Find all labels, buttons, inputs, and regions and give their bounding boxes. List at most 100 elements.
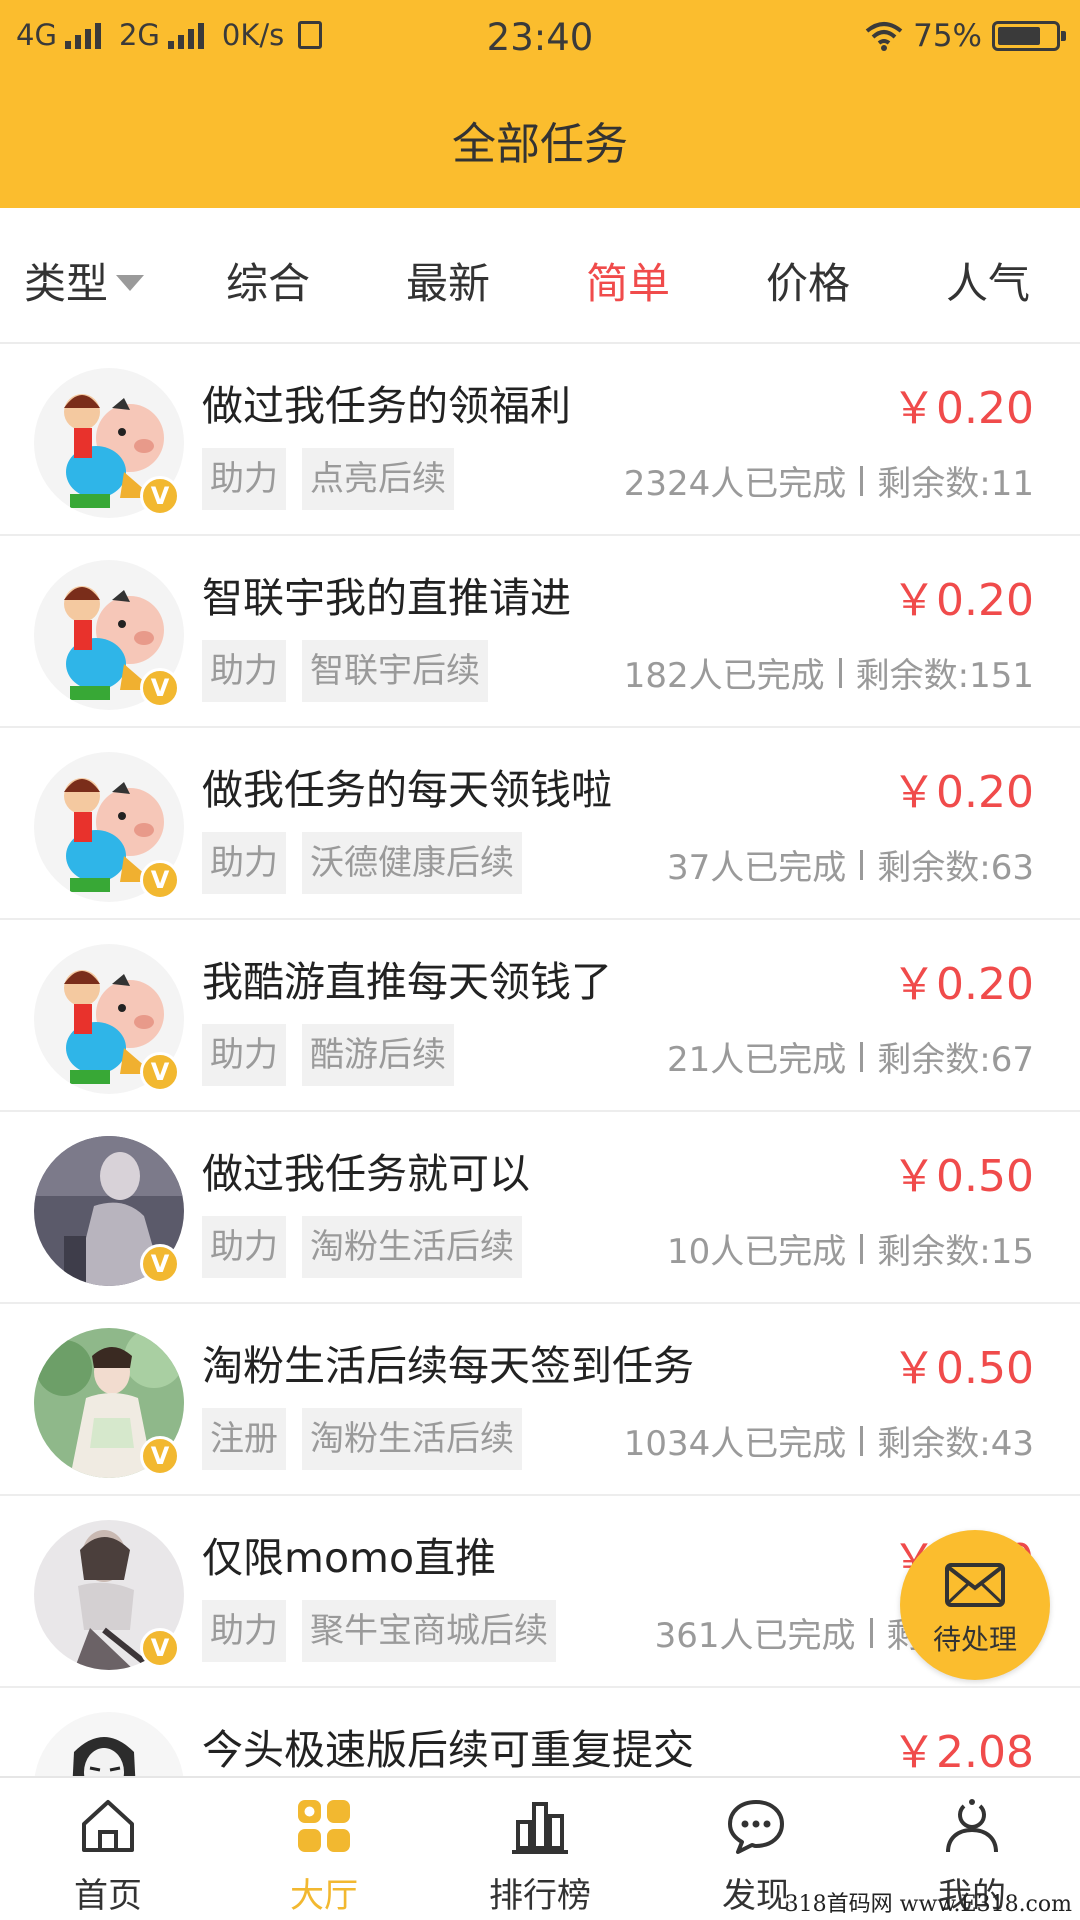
remaining-count: 剩余数:67 xyxy=(877,1040,1034,1080)
completed-count: 1034人已完成 xyxy=(623,1424,847,1464)
app-root: 4G 2G 0K/s 23:40 75% 全部任务 类型 综合 最新 简单 价格… xyxy=(0,0,1080,1920)
stats-divider xyxy=(860,1233,864,1264)
status-right: 75% xyxy=(865,18,1066,54)
task-row[interactable]: V 做过我任务就可以 ￥0.50 助力 淘粉生活后续 10人已完成 剩余数:15 xyxy=(0,1112,1080,1304)
task-title: 仅限momo直推 xyxy=(202,1534,497,1582)
stats-divider xyxy=(860,849,864,880)
task-type-tag: 助力 xyxy=(202,1600,286,1662)
task-stats: 2324人已完成 剩余数:11 xyxy=(624,456,1034,505)
task-type-tag: 助力 xyxy=(202,448,286,510)
task-row[interactable]: V 做我任务的每天领钱啦 ￥0.20 助力 沃德健康后续 37人已完成 剩余数:63 xyxy=(0,728,1080,920)
home-icon xyxy=(82,1800,134,1852)
task-row[interactable]: V 做过我任务的领福利 ￥0.20 助力 点亮后续 2324人已完成 剩余数:11 xyxy=(0,344,1080,536)
remaining-count: 剩余数:15 xyxy=(877,1232,1034,1272)
task-project-tag: 聚牛宝商城后续 xyxy=(302,1600,556,1662)
verified-badge-icon: V xyxy=(140,476,180,516)
task-stats: 37人已完成 剩余数:63 xyxy=(667,840,1034,889)
task-row[interactable]: V 我酷游直推每天领钱了 ￥0.20 助力 酷游后续 21人已完成 剩余数:67 xyxy=(0,920,1080,1112)
chat-bubble-icon xyxy=(728,1800,784,1854)
task-type-tag: 注册 xyxy=(202,1408,286,1470)
battery-percent: 75% xyxy=(913,18,982,54)
caret-down-icon xyxy=(116,274,145,291)
nav-label-home: 首页 xyxy=(74,1876,142,1916)
status-bar: 4G 2G 0K/s 23:40 75% xyxy=(0,0,1080,76)
task-project-tag: 点亮后续 xyxy=(302,448,454,510)
task-row[interactable]: V 淘粉生活后续每天签到任务 ￥0.50 注册 淘粉生活后续 1034人已完成 剩余数:43 xyxy=(0,1304,1080,1496)
stats-divider xyxy=(838,657,842,688)
task-project-tag: 淘粉生活后续 xyxy=(302,1216,522,1278)
filter-tab-popularity[interactable]: 人气 xyxy=(946,250,1030,311)
completed-count: 2324人已完成 xyxy=(623,464,847,504)
avatar xyxy=(34,1712,184,1776)
nav-ranking[interactable]: 排行榜 xyxy=(432,1778,648,1920)
task-price: ￥0.50 xyxy=(892,1151,1034,1202)
remaining-count: 剩余数:63 xyxy=(877,848,1034,888)
task-row[interactable]: V 智联宇我的直推请进 ￥0.20 助力 智联宇后续 182人已完成 剩余数:151 xyxy=(0,536,1080,728)
page-title: 全部任务 xyxy=(452,119,628,170)
mail-icon xyxy=(945,1563,1005,1607)
nav-label-ranking: 排行榜 xyxy=(489,1876,591,1916)
filter-tab-newest[interactable]: 最新 xyxy=(406,250,490,311)
task-tags: 助力 沃德健康后续 xyxy=(202,832,522,894)
task-tags: 助力 点亮后续 xyxy=(202,448,454,510)
task-type-tag: 助力 xyxy=(202,832,286,894)
person-icon xyxy=(946,1799,998,1853)
task-title: 做过我任务的领福利 xyxy=(202,382,571,430)
bar-chart-icon xyxy=(512,1802,568,1854)
wifi-icon xyxy=(865,22,903,51)
stats-divider xyxy=(860,465,864,496)
completed-count: 10人已完成 xyxy=(667,1232,847,1272)
task-title: 做我任务的每天领钱啦 xyxy=(202,766,612,814)
grid-icon xyxy=(298,1800,350,1852)
task-stats: 1034人已完成 剩余数:43 xyxy=(624,1416,1034,1465)
stats-divider xyxy=(860,1425,864,1456)
verified-badge-icon: V xyxy=(140,860,180,900)
task-type-tag: 助力 xyxy=(202,640,286,702)
remaining-count: 剩余数:11 xyxy=(877,464,1034,504)
verified-badge-icon: V xyxy=(140,1052,180,1092)
completed-count: 21人已完成 xyxy=(667,1040,847,1080)
nav-lobby[interactable]: 大厅 xyxy=(216,1778,432,1920)
filter-tab-composite[interactable]: 综合 xyxy=(226,250,310,311)
task-tags: 助力 淘粉生活后续 xyxy=(202,1216,522,1278)
completed-count: 361人已完成 xyxy=(654,1616,856,1656)
battery-icon xyxy=(992,21,1066,51)
filter-type-label: 类型 xyxy=(24,259,109,308)
task-title: 我酷游直推每天领钱了 xyxy=(202,958,612,1006)
task-price: ￥2.08 xyxy=(892,1727,1034,1776)
task-type-tag: 助力 xyxy=(202,1024,286,1086)
filter-tab-price[interactable]: 价格 xyxy=(766,250,850,311)
task-title: 做过我任务就可以 xyxy=(202,1150,530,1198)
task-project-tag: 智联宇后续 xyxy=(302,640,488,702)
remaining-count: 剩余数:43 xyxy=(877,1424,1034,1464)
nav-home[interactable]: 首页 xyxy=(0,1778,216,1920)
stats-divider xyxy=(860,1041,864,1072)
completed-count: 182人已完成 xyxy=(623,656,825,696)
filter-tab-simple[interactable]: 简单 xyxy=(586,250,670,311)
task-price: ￥0.20 xyxy=(892,575,1034,626)
task-price: ￥0.20 xyxy=(892,767,1034,818)
pending-label: 待处理 xyxy=(932,1623,1017,1656)
task-project-tag: 酷游后续 xyxy=(302,1024,454,1086)
remaining-count: 剩余数:151 xyxy=(855,656,1034,696)
task-price: ￥0.20 xyxy=(892,383,1034,434)
task-price: ￥0.50 xyxy=(892,1343,1034,1394)
nav-label-lobby: 大厅 xyxy=(290,1876,358,1916)
task-price: ￥0.20 xyxy=(892,959,1034,1010)
task-project-tag: 淘粉生活后续 xyxy=(302,1408,522,1470)
filter-type-dropdown[interactable]: 类型 xyxy=(24,250,145,311)
task-tags: 助力 智联宇后续 xyxy=(202,640,488,702)
app-header: 4G 2G 0K/s 23:40 75% 全部任务 xyxy=(0,0,1080,208)
verified-badge-icon: V xyxy=(140,1436,180,1476)
pending-button[interactable]: 待处理 xyxy=(900,1530,1050,1680)
completed-count: 37人已完成 xyxy=(667,848,847,888)
task-project-tag: 沃德健康后续 xyxy=(302,832,522,894)
watermark: 318首码网 www.E318.com xyxy=(784,1892,1072,1917)
task-row[interactable]: 今头极速版后续可重复提交 ￥2.08 xyxy=(0,1688,1080,1776)
stats-divider xyxy=(869,1617,873,1648)
task-title: 智联宇我的直推请进 xyxy=(202,574,571,622)
task-type-tag: 助力 xyxy=(202,1216,286,1278)
filter-bar: 类型 综合 最新 简单 价格 人气 xyxy=(0,208,1080,344)
task-title: 淘粉生活后续每天签到任务 xyxy=(202,1342,694,1390)
verified-badge-icon: V xyxy=(140,1244,180,1284)
